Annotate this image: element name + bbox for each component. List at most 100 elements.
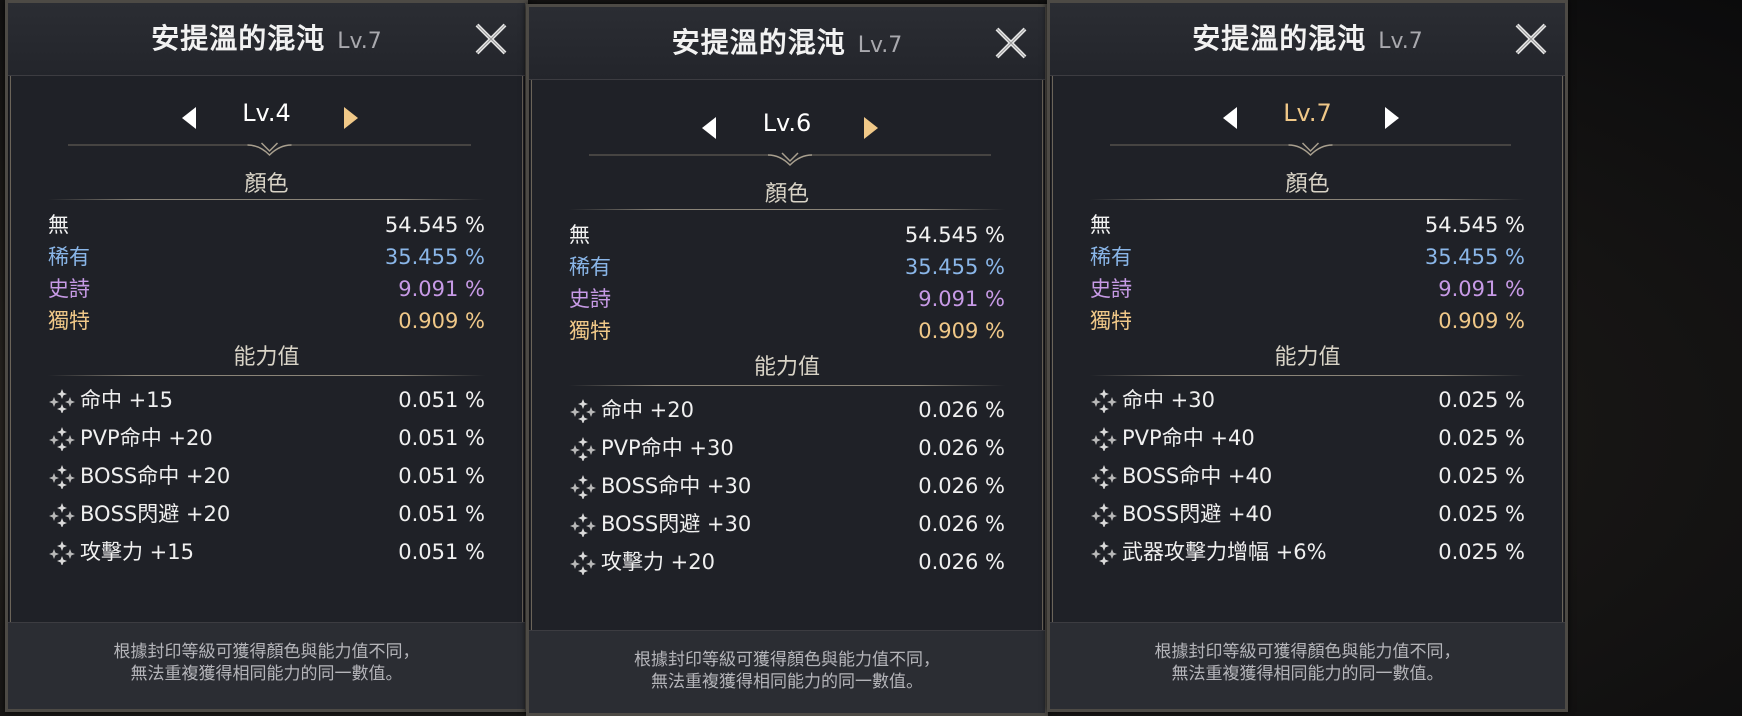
section-divider [1090,199,1525,200]
panel-title: 安提溫的混沌 Lv.7 [8,3,525,75]
stat-row: 命中 +30 0.025 % [1090,383,1525,417]
ornament-divider [589,147,991,167]
stat-value: 0.051 % [398,426,485,450]
arrow-right-icon [1385,107,1399,129]
color-row: 史詩 9.091 % [569,283,1005,315]
stat-row: BOSS閃避 +30 0.026 % [569,507,1005,541]
next-level-button[interactable] [338,105,362,131]
title-text: 安提溫的混沌 [1192,22,1367,55]
stat-icon-wrap [1090,541,1118,566]
color-value: 35.455 % [384,245,485,269]
footer-note-line1: 根據封印等級可獲得顏色與能力值不同， [1154,642,1461,662]
color-row: 無 54.545 % [48,209,485,241]
color-row: 史詩 9.091 % [48,273,485,305]
color-value: 54.545 % [904,223,1005,247]
stat-row: 命中 +15 0.051 % [48,383,485,417]
color-value: 54.545 % [1424,213,1525,237]
stat-value: 0.025 % [1438,388,1525,412]
ornament-divider [68,137,471,157]
stat-icon-wrap [1090,427,1118,452]
close-button[interactable] [471,19,511,59]
footer-note-line2: 無法重複獲得相同能力的同一數值。 [651,672,923,692]
stat-icon-wrap [569,437,597,462]
stat-value: 0.051 % [398,388,485,412]
screen: 安提溫的混沌 Lv.7 Lv.4 顏色無 54.545 % 稀有 35.455 % 史詩 9.0… [0,0,1742,716]
color-section-title: 顏色 [244,172,289,197]
sparkle-stat-icon [1091,427,1117,452]
stat-row: 攻擊力 +15 0.051 % [48,535,485,569]
stat-value: 0.026 % [918,398,1005,422]
color-value: 0.909 % [398,309,485,333]
sparkle-stat-icon [1091,465,1117,490]
stat-label: PVP命中 +40 [1122,426,1255,450]
stat-value: 0.026 % [918,474,1005,498]
stat-value: 0.025 % [1438,464,1525,488]
stat-icon-wrap [1090,389,1118,414]
stat-label: BOSS閃避 +40 [1122,502,1273,526]
stat-value: 0.026 % [918,436,1005,460]
footer-note-line1: 根據封印等級可獲得顏色與能力值不同， [634,650,940,670]
stats-section-title: 能力值 [233,345,300,370]
modal-panel: 安提溫的混沌 Lv.7 Lv.7 顏色無 54.545 % 稀有 35.455 % 史詩 9.0… [1047,0,1568,712]
color-row: 稀有 35.455 % [569,251,1005,283]
title-text: 安提溫的混沌 [151,22,326,55]
panel-footer: 根據封印等級可獲得顏色與能力值不同， 無法重複獲得相同能力的同一數值。 [529,630,1045,713]
arrow-right-icon [864,117,878,139]
title-level-tag: Lv.7 [1378,29,1423,54]
stat-row: BOSS閃避 +40 0.025 % [1090,497,1525,531]
stat-value: 0.025 % [1438,502,1525,526]
ornament-divider [1110,137,1511,157]
color-row: 獨特 0.909 % [569,315,1005,347]
stats-section-title: 能力值 [753,355,820,380]
sparkle-stat-icon [570,399,596,424]
stat-value: 0.025 % [1438,426,1525,450]
sparkle-stat-icon [49,541,75,566]
stat-value: 0.026 % [918,512,1005,536]
color-row: 無 54.545 % [569,219,1005,251]
sparkle-stat-icon [570,513,596,538]
sparkle-stat-icon [570,551,596,576]
stat-value: 0.026 % [918,550,1005,574]
color-label: 獨特 [1090,309,1132,333]
color-label: 史詩 [569,287,611,311]
color-section-title: 顏色 [1285,172,1330,197]
stat-row: BOSS命中 +30 0.026 % [569,469,1005,503]
footer-note-line2: 無法重複獲得相同能力的同一數值。 [130,664,403,684]
color-label: 無 [1090,213,1111,237]
color-section-title: 顏色 [764,182,809,207]
stat-label: BOSS命中 +40 [1122,464,1273,488]
section-divider [48,375,485,376]
section-divider [1090,375,1525,376]
close-icon [475,23,507,55]
stat-icon-wrap [48,503,76,528]
stat-icon-wrap [1090,465,1118,490]
stat-row: PVP命中 +40 0.025 % [1090,421,1525,455]
stat-label: 攻擊力 +15 [80,540,194,564]
ornament-icon [1110,142,1511,157]
color-value: 0.909 % [918,319,1005,343]
stat-label: 命中 +15 [80,388,173,412]
color-row: 無 54.545 % [1090,209,1525,241]
color-value: 35.455 % [1424,245,1525,269]
color-label: 史詩 [48,277,90,301]
next-level-button[interactable] [858,115,882,141]
stat-label: PVP命中 +30 [601,436,734,460]
color-value: 35.455 % [904,255,1005,279]
ornament-icon [589,152,991,167]
stat-row: 武器攻擊力增幅 +6% 0.025 % [1090,535,1525,569]
color-label: 稀有 [48,245,90,269]
current-level: Lv.7 [1283,99,1332,127]
footer-note-line1: 根據封印等級可獲得顏色與能力值不同， [113,642,420,662]
close-button[interactable] [1511,19,1551,59]
close-button[interactable] [991,23,1031,63]
title-level-tag: Lv.7 [857,33,903,58]
stat-icon-wrap [48,465,76,490]
next-level-button[interactable] [1379,105,1403,131]
stat-label: BOSS命中 +20 [80,464,231,488]
stat-value: 0.025 % [1438,540,1525,564]
stat-row: PVP命中 +30 0.026 % [569,431,1005,465]
stat-icon-wrap [48,389,76,414]
color-value: 9.091 % [918,287,1005,311]
stat-row: BOSS閃避 +20 0.051 % [48,497,485,531]
stat-icon-wrap [569,475,597,500]
